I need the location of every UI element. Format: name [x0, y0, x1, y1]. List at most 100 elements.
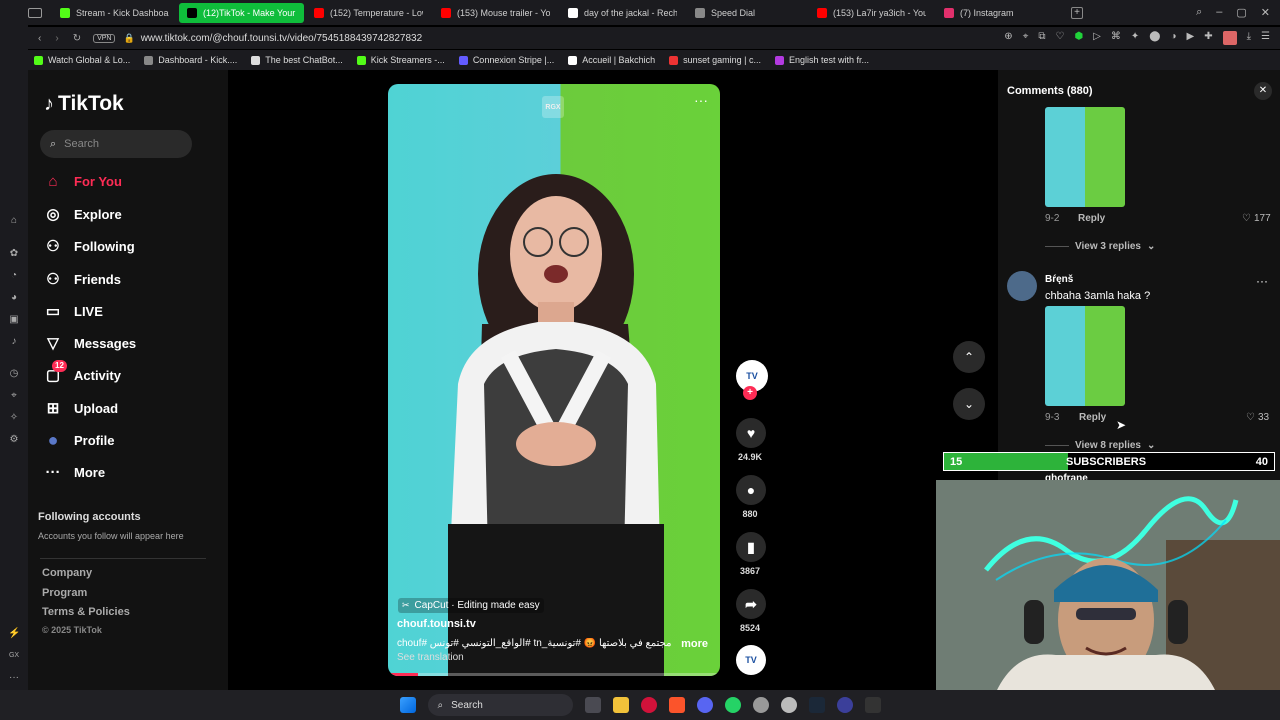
pin-icon[interactable]: ⌖	[8, 390, 20, 402]
sidebar-item-profile[interactable]: ● Profile	[44, 430, 115, 450]
bookmark-item[interactable]: Dashboard - Kick....	[144, 55, 237, 65]
sidebar-item-live[interactable]: ▭ LIVE	[44, 302, 103, 320]
capcut-tag[interactable]: ✂ CapCut · Editing made easy	[398, 598, 544, 613]
obs-icon[interactable]	[780, 697, 797, 713]
tab-menu-icon[interactable]	[28, 7, 42, 18]
reply-button[interactable]: Reply	[1079, 412, 1106, 423]
ext4-icon[interactable]: ◑	[1170, 31, 1176, 45]
forward-button[interactable]: ›	[55, 33, 58, 44]
gx-icon[interactable]: GX	[8, 650, 20, 662]
sidebar-item-more[interactable]: ··· More	[44, 463, 106, 481]
history-icon[interactable]: ◷	[8, 368, 20, 380]
vpn-badge[interactable]: VPN	[93, 33, 116, 43]
reply-button[interactable]: Reply	[1078, 213, 1105, 224]
steam-icon[interactable]	[808, 697, 825, 713]
opera-gx-icon[interactable]	[640, 697, 657, 713]
sidebar-item-following[interactable]: ⚇ Following	[44, 237, 134, 255]
comment-like-button[interactable]: ♡ 177	[1242, 213, 1271, 224]
bookmark-heart-icon[interactable]: ♡	[1055, 31, 1064, 45]
footer-link[interactable]: Terms & Policies	[42, 606, 130, 618]
like-button[interactable]: ♥ 24.9K	[736, 418, 766, 462]
creator-avatar[interactable]: TV +	[736, 360, 768, 400]
sidebar-item-upload[interactable]: ⊞ Upload	[44, 399, 118, 417]
task-view-icon[interactable]	[584, 697, 601, 713]
tiktok-icon[interactable]: ♪	[8, 336, 20, 348]
view-replies-button[interactable]: View 3 replies ⌄	[1045, 241, 1155, 252]
adblock-icon[interactable]: ⬢	[1074, 31, 1083, 45]
menu-icon[interactable]: ☰	[1261, 31, 1270, 45]
footer-link[interactable]: Program	[42, 587, 87, 599]
sidebar-item-messages[interactable]: ▽ Messages	[44, 334, 136, 352]
download-icon[interactable]: ⤓	[1247, 31, 1251, 45]
play-icon[interactable]: ▷	[1093, 31, 1101, 45]
bookmark-item[interactable]: Kick Streamers -...	[356, 55, 445, 65]
ext2-icon[interactable]: ✦	[1131, 31, 1139, 45]
snapshot-icon[interactable]: ⧉	[1038, 31, 1045, 45]
bookmark-item[interactable]: Watch Global & Lo...	[34, 55, 130, 65]
see-translation-link[interactable]: See translation	[397, 652, 464, 663]
browser-tab[interactable]: (12)TikTok - Make Your D	[179, 2, 304, 23]
whatsapp-icon[interactable]	[724, 697, 741, 713]
previous-video-button[interactable]: ⌃	[953, 341, 985, 373]
discord-icon[interactable]	[696, 697, 713, 713]
pin-page-icon[interactable]: ⌖	[1023, 31, 1029, 45]
minimize-button[interactable]: –	[1216, 6, 1222, 19]
extensions-icon[interactable]: ✧	[8, 412, 20, 424]
video-author[interactable]: chouf.tounsi.tv	[397, 618, 476, 630]
terminal-icon[interactable]	[864, 697, 881, 713]
maximize-button[interactable]: ▢	[1236, 6, 1246, 19]
save-button[interactable]: ▮ 3867	[736, 532, 766, 576]
sidebar-item-explore[interactable]: ◎ Explore	[44, 205, 121, 223]
puzzle-icon[interactable]: ✚	[1204, 31, 1212, 45]
browser-tab[interactable]: (153) Mouse trailer - YouT	[433, 3, 558, 23]
comment-username[interactable]: Bŕęnš	[1045, 274, 1073, 285]
video-more-icon[interactable]: ···	[694, 92, 708, 108]
view-replies-button[interactable]: View 8 replies ⌄	[1045, 440, 1155, 451]
sidebar-item-activity[interactable]: ▢ 12 Activity	[44, 360, 121, 384]
windows-start-icon[interactable]	[399, 697, 416, 713]
music-disc[interactable]: TV	[736, 645, 766, 675]
browser-tab[interactable]: day of the jackal - Reche	[560, 3, 685, 23]
browser-tab[interactable]: (152) Temperature - Low	[306, 3, 431, 23]
new-tab-button[interactable]: +	[1071, 6, 1083, 19]
reload-button[interactable]: ↻	[73, 33, 81, 44]
url-field[interactable]: www.tiktok.com/@chouf.tounsi.tv/video/75…	[141, 33, 422, 44]
close-window-button[interactable]: ✕	[1261, 6, 1270, 19]
video-player[interactable]: RGX ··· ✂ CapCut · Editing made easy cho…	[388, 84, 720, 676]
messenger-icon[interactable]: ◔	[8, 270, 20, 282]
ai-icon[interactable]: ⌂	[8, 215, 20, 227]
settings-icon[interactable]	[752, 697, 769, 713]
follow-plus-icon[interactable]: +	[743, 386, 757, 400]
avatar[interactable]	[1007, 271, 1037, 301]
back-button[interactable]: ‹	[38, 33, 41, 44]
bookmark-item[interactable]: English test with fr...	[774, 55, 869, 65]
browser-tab[interactable]: Stream - Kick Dashboard	[52, 3, 177, 23]
browser-tab[interactable]: (153) La7ir ya3ich - YouTu	[809, 3, 934, 23]
zoom-icon[interactable]: ⊕	[1004, 31, 1012, 45]
close-comments-button[interactable]: ✕	[1254, 82, 1272, 100]
comment-sticker-image[interactable]	[1045, 306, 1125, 406]
bookmark-item[interactable]: Connexion Stripe |...	[458, 55, 554, 65]
comment-button[interactable]: ● 880	[736, 475, 766, 519]
app-icon[interactable]	[836, 697, 853, 713]
settings-icon[interactable]: ⚙	[8, 434, 20, 446]
comment-sticker-image[interactable]	[1045, 107, 1125, 207]
bookmark-item[interactable]: sunset gaming | c...	[669, 55, 761, 65]
sidebar-item-for-you[interactable]: ⌂ For You	[44, 172, 121, 190]
browser-tab[interactable]: (7) Instagram	[936, 3, 1061, 23]
taskbar-search[interactable]: ⌕ Search	[427, 694, 573, 716]
instagram-icon[interactable]: ▣	[8, 314, 20, 326]
ext3-icon[interactable]: ⬤	[1149, 31, 1160, 45]
media-play-icon[interactable]: ▶	[1187, 31, 1195, 45]
bookmark-item[interactable]: The best ChatBot...	[251, 55, 343, 65]
comment-like-button[interactable]: ♡ 33	[1246, 412, 1269, 423]
tiktok-logo[interactable]: ♪ TikTok	[44, 92, 124, 116]
search-input[interactable]: ⌕ Search	[40, 130, 192, 158]
sidebar-item-friends[interactable]: ⚇ Friends	[44, 270, 121, 288]
file-explorer-icon[interactable]	[612, 697, 629, 713]
bookmark-item[interactable]: Accueil | Bakchich	[568, 55, 655, 65]
next-video-button[interactable]: ⌄	[953, 388, 985, 420]
comment-more-icon[interactable]: ···	[1256, 274, 1268, 288]
ext-icon[interactable]: ⌘	[1111, 31, 1121, 45]
brave-icon[interactable]	[668, 697, 685, 713]
